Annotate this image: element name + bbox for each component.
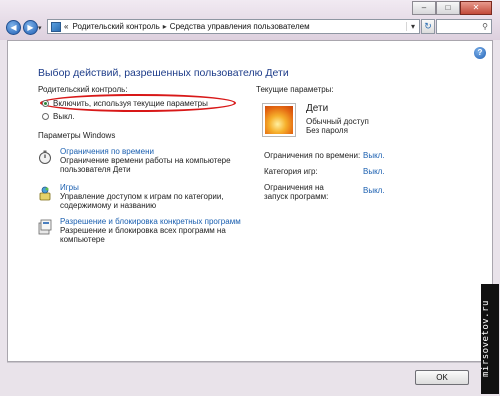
time-limits-label: Ограничения по времени:: [264, 151, 361, 160]
address-bar[interactable]: « Родительский контроль ▸ Средства управ…: [47, 19, 420, 34]
help-button[interactable]: ?: [474, 47, 486, 59]
recent-pages-dropdown[interactable]: ▾: [38, 24, 42, 32]
time-limits-desc: Ограничение времени работы на компьютере…: [60, 156, 231, 174]
programs-desc: Разрешение и блокировка всех программ на…: [60, 226, 226, 244]
back-button[interactable]: ◀: [6, 20, 21, 35]
arrow-left-icon: ◀: [10, 23, 17, 32]
program-limits-label-line2: запуск программ:: [264, 192, 329, 201]
user-name: Дети: [306, 103, 329, 114]
refresh-icon: ↻: [424, 21, 432, 31]
radio-off-label[interactable]: Выкл.: [53, 112, 75, 121]
maximize-button[interactable]: □: [436, 1, 460, 15]
breadcrumb-chevrons[interactable]: «: [64, 22, 68, 31]
radio-enable-button[interactable]: [42, 100, 49, 107]
minimize-button[interactable]: –: [412, 1, 436, 15]
avatar: [262, 103, 296, 137]
watermark: mirsovetov.ru: [481, 284, 499, 394]
windows-settings-label: Параметры Windows: [38, 131, 116, 140]
control-panel-icon: [51, 21, 61, 32]
programs-icon: [38, 219, 52, 235]
program-limits-value[interactable]: Выкл.: [363, 186, 385, 195]
game-rating-label: Категория игр:: [264, 167, 318, 176]
footer-divider: [7, 362, 493, 363]
games-desc: Управление доступом к играм по категории…: [60, 192, 224, 210]
close-button[interactable]: ✕: [460, 1, 492, 15]
parental-control-label: Родительский контроль:: [38, 85, 128, 94]
search-input[interactable]: ⚲: [436, 19, 492, 34]
radio-off[interactable]: Выкл.: [42, 112, 75, 121]
games-icon: [39, 186, 51, 201]
ok-button[interactable]: OK: [415, 370, 469, 385]
forward-button[interactable]: ▶: [23, 20, 38, 35]
arrow-right-icon: ▶: [27, 23, 34, 32]
program-limits-label-line1: Ограничения на: [264, 183, 324, 192]
content-pane: ? Выбор действий, разрешенных пользовате…: [7, 40, 493, 362]
address-dropdown[interactable]: ▾: [406, 22, 419, 31]
window-controls: – □ ✕: [412, 1, 492, 15]
refresh-button[interactable]: ↻: [421, 19, 435, 34]
radio-enable[interactable]: Включить, используя текущие параметры: [42, 99, 208, 108]
radio-enable-label[interactable]: Включить, используя текущие параметры: [53, 99, 208, 108]
breadcrumb-parental-control[interactable]: Родительский контроль: [72, 22, 159, 31]
breadcrumb-separator[interactable]: ▸: [163, 22, 167, 31]
radio-off-button[interactable]: [42, 113, 49, 120]
time-limits-link[interactable]: Ограничения по времени: [60, 147, 250, 156]
games-link[interactable]: Игры: [60, 183, 250, 192]
user-type: Обычный доступ: [306, 117, 369, 126]
stopwatch-icon: [39, 150, 51, 164]
current-settings-label: Текущие параметры:: [256, 85, 334, 94]
search-icon: ⚲: [482, 22, 488, 31]
time-limits-value[interactable]: Выкл.: [363, 151, 385, 160]
program-limits-label: Ограничения на запуск программ:: [264, 183, 328, 201]
user-picture: [265, 106, 293, 134]
breadcrumb-user-controls[interactable]: Средства управления пользователем: [170, 22, 310, 31]
page-title: Выбор действий, разрешенных пользователю…: [38, 67, 289, 79]
user-password: Без пароля: [306, 126, 348, 135]
game-rating-value[interactable]: Выкл.: [363, 167, 385, 176]
programs-link[interactable]: Разрешение и блокировка конкретных прогр…: [60, 217, 250, 226]
